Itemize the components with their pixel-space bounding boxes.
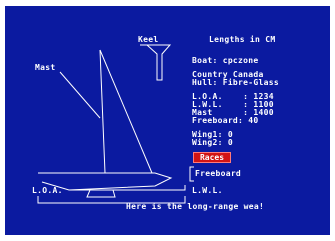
hull-keel-outline	[86, 189, 116, 198]
races-button[interactable]: Races	[193, 152, 231, 163]
mainsail-outline	[60, 49, 106, 174]
freeboard-bracket	[189, 166, 194, 182]
sailboat-diagram	[37, 44, 194, 204]
lengths-title: Lengths in CM	[209, 35, 276, 44]
forestay-line	[99, 49, 153, 174]
loa-label: L.O.A.	[32, 186, 63, 195]
length-row: Freeboard: 40	[192, 116, 259, 125]
boat-info-panel: Keel Lengths in CM Mast Boat: cpczone Co…	[5, 6, 330, 235]
boat-hull: Hull: Fibre-Glass	[192, 78, 279, 87]
keel-profile	[140, 44, 172, 81]
mast-label: Mast	[35, 63, 56, 72]
boat-name: Boat: cpczone	[192, 56, 259, 65]
game-screen: Keel Lengths in CM Mast Boat: cpczone Co…	[0, 0, 335, 241]
freeboard-label: Freeboard	[195, 169, 242, 178]
keel-label: Keel	[138, 35, 159, 44]
wing-row: Wing2: 0	[192, 138, 233, 147]
lwl-label: L.W.L.	[192, 186, 223, 195]
mast-pointer-line	[59, 71, 101, 119]
lwl-tick	[180, 185, 186, 191]
races-button-label: Races	[199, 152, 225, 162]
status-message: Here is the long-range wea!	[126, 202, 265, 211]
